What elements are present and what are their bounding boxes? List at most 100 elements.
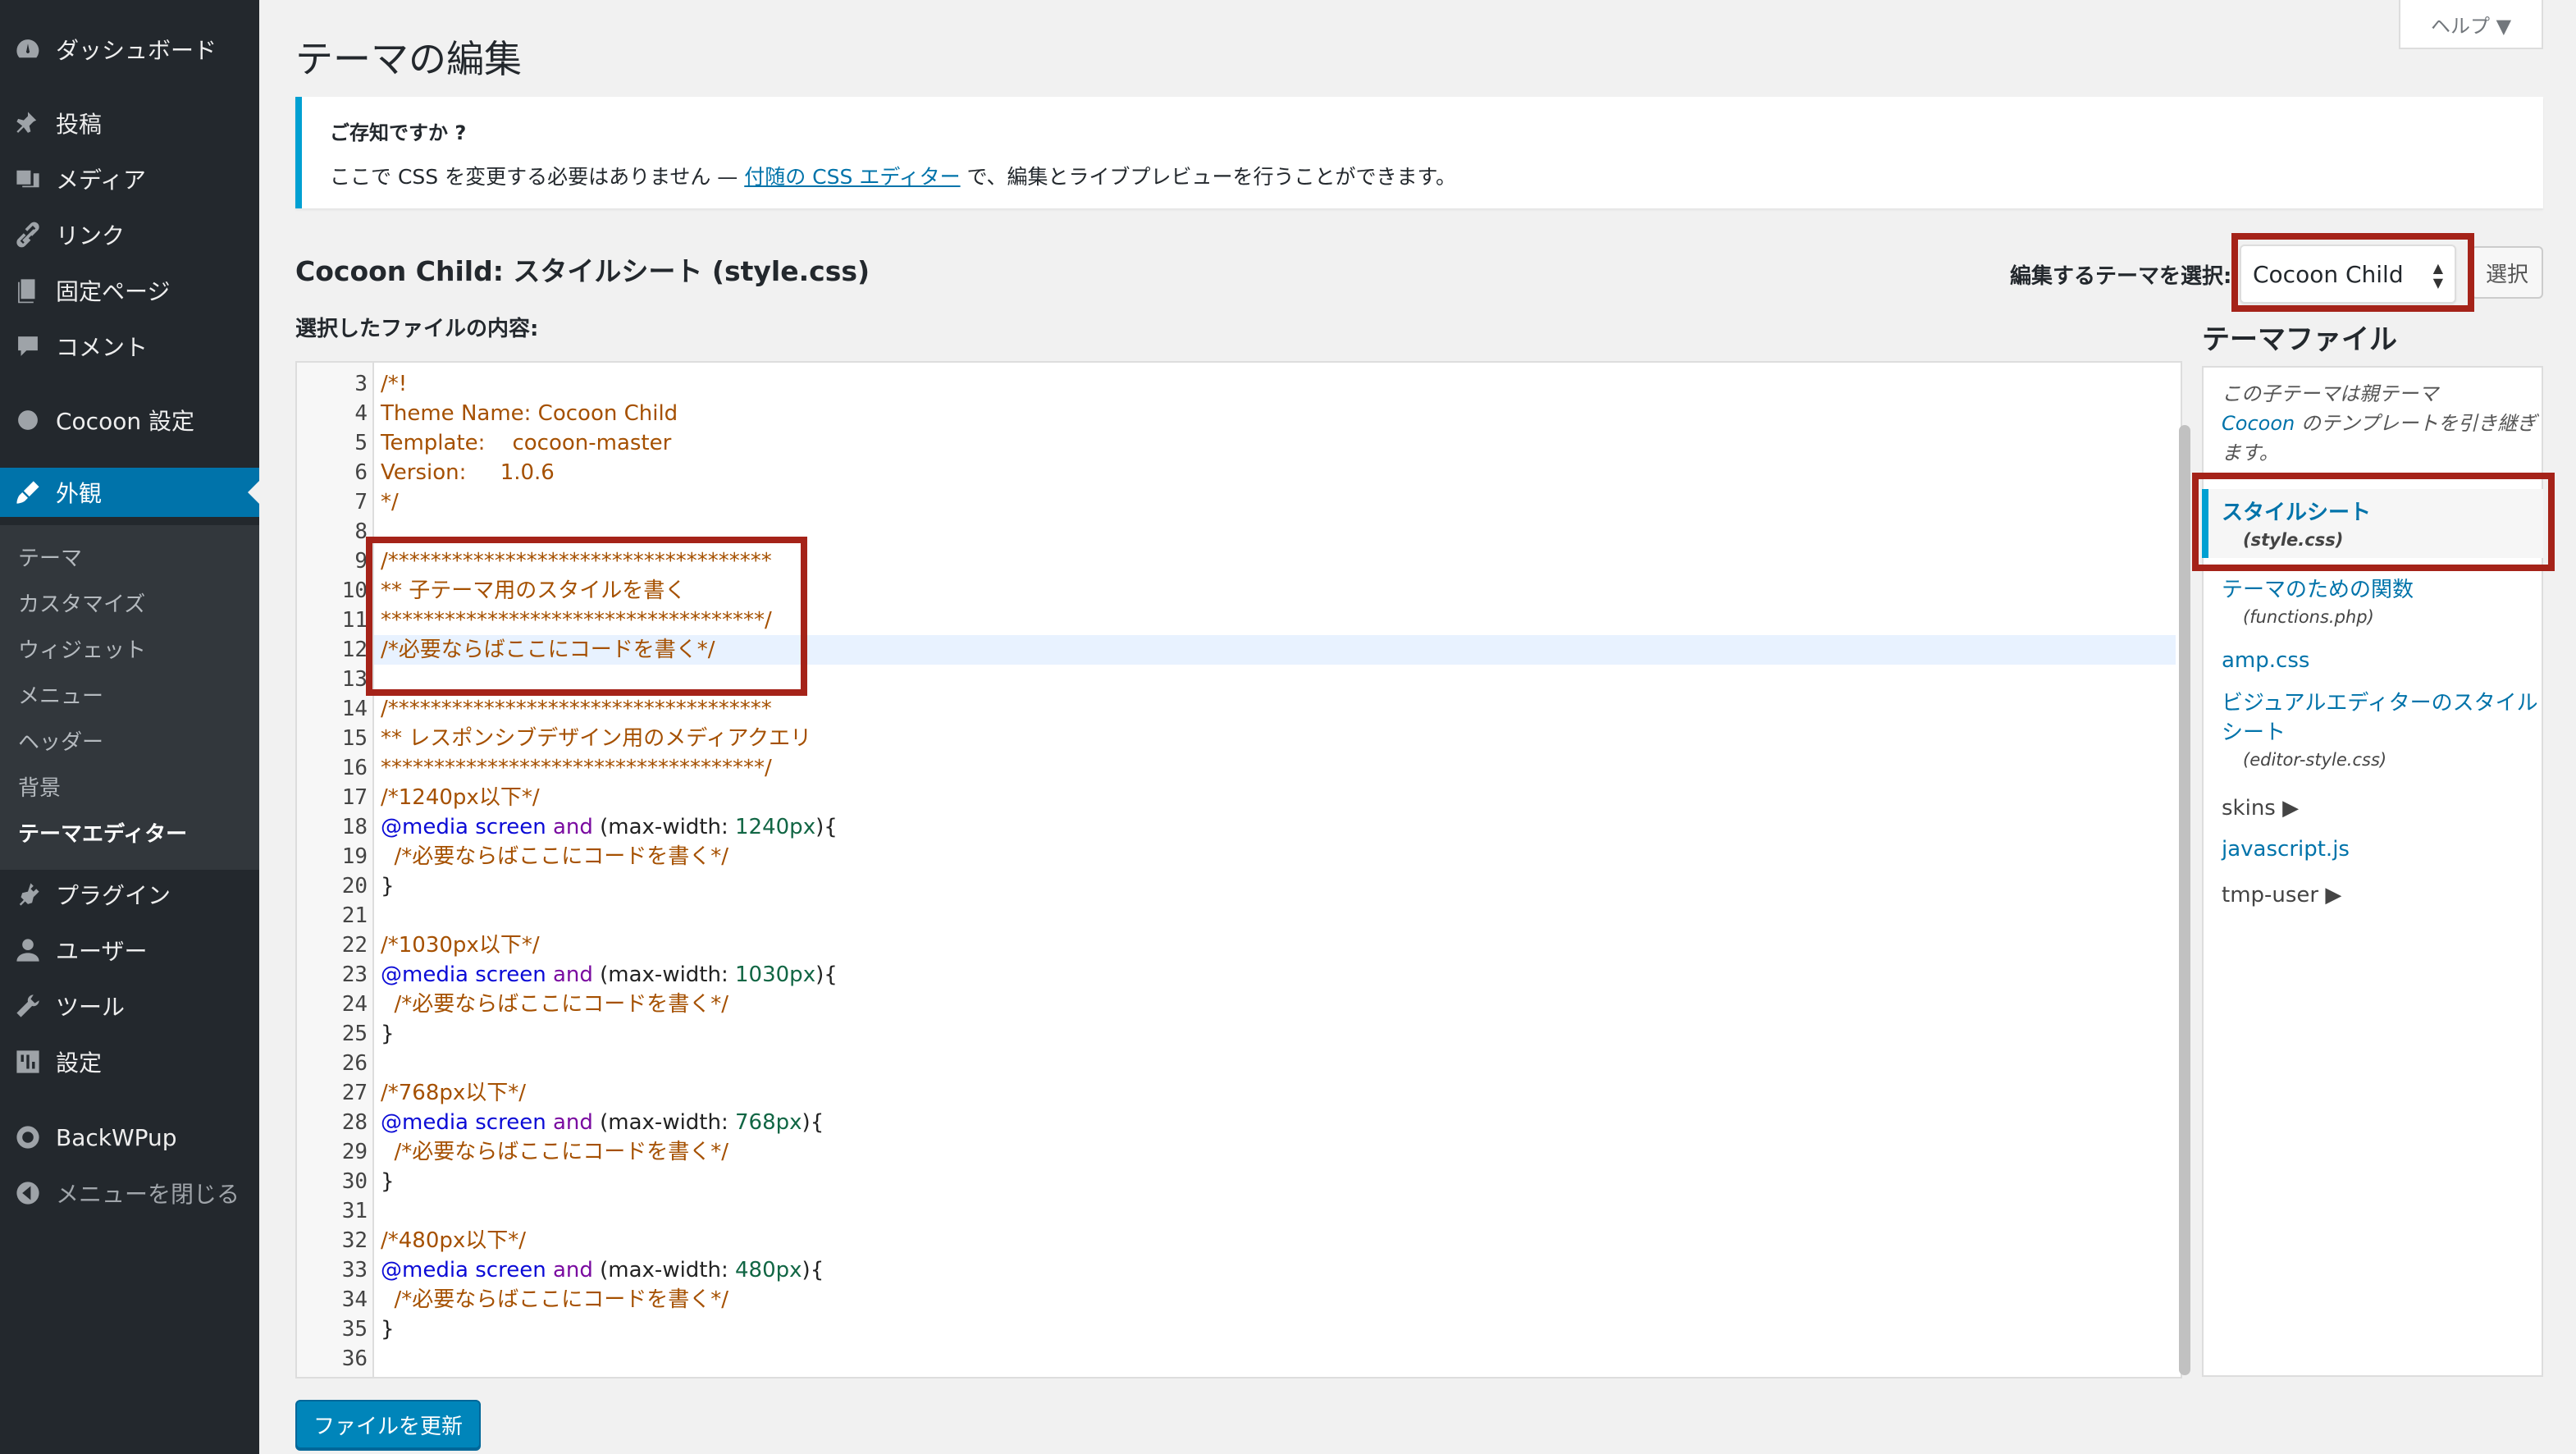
line-number: 24 (341, 992, 368, 1017)
help-tab[interactable]: ヘルプ ▼ (2399, 0, 2543, 49)
code-line: ** レスポンシブデザイン用のメディアクエリ (381, 726, 812, 751)
backwpup-icon (11, 1121, 44, 1154)
admin-sidebar: ダッシュボード 投稿 メディア リンク 固定ページ コメント Cocoon 設定… (0, 0, 259, 1454)
menu-links[interactable]: リンク (0, 210, 259, 259)
line-number: 16 (341, 756, 368, 780)
user-icon (11, 934, 44, 967)
line-number: 4 (354, 401, 368, 426)
notice-title: ご存知ですか ? (330, 121, 467, 144)
menu-label: BackWPup (56, 1123, 177, 1151)
code-line: /************************************ (381, 697, 772, 721)
menu-tools[interactable]: ツール (0, 981, 259, 1031)
line-number: 25 (341, 1022, 368, 1046)
file-link-functions-php[interactable]: テーマのための関数 (2222, 573, 2414, 603)
wrench-icon (11, 990, 44, 1022)
menu-label: ユーザー (56, 938, 148, 965)
collapse-menu-button[interactable]: メニューを閉じる (0, 1168, 259, 1218)
page-title: テーマの編集 (295, 37, 522, 81)
menu-label: 投稿 (56, 111, 103, 138)
menu-label: メディア (56, 167, 147, 194)
code-line: /*480px以下*/ (381, 1228, 527, 1253)
code-line: /*必要ならばここにコードを書く*/ (381, 1287, 729, 1312)
line-number: 10 (341, 578, 368, 603)
menu-media[interactable]: メディア (0, 154, 259, 203)
code-line: /*1240px以下*/ (381, 785, 540, 810)
highlight-box-theme-select (2231, 233, 2474, 312)
menu-backwpup[interactable]: BackWPup (0, 1113, 259, 1162)
line-number: 6 (354, 460, 368, 485)
line-number: 29 (341, 1140, 368, 1164)
file-link-amp-css[interactable]: amp.css (2222, 648, 2309, 673)
link-icon (11, 218, 44, 251)
css-editor-link[interactable]: 付随の CSS エディター (744, 165, 960, 189)
submenu-header[interactable]: ヘッダー (18, 725, 103, 756)
line-number: 32 (341, 1228, 368, 1253)
code-line: @media screen and (max-width: 480px){ (381, 1258, 824, 1283)
settings-icon (11, 1045, 44, 1078)
line-number: 9 (354, 549, 368, 574)
menu-posts[interactable]: 投稿 (0, 98, 259, 148)
code-line: @media screen and (max-width: 1030px){ (381, 962, 838, 987)
notice-text-after: で、編集とライブプレビューを行うことができます。 (960, 165, 1457, 189)
line-number: 34 (341, 1287, 368, 1312)
code-line: @media screen and (max-width: 1240px){ (381, 815, 838, 839)
menu-label: 固定ページ (56, 278, 171, 305)
parent-theme-link[interactable]: Cocoon (2222, 412, 2295, 435)
line-number: 35 (341, 1317, 368, 1342)
theme-files-heading: テーマファイル (2202, 323, 2397, 356)
submenu-themes[interactable]: テーマ (18, 542, 82, 572)
menu-users[interactable]: ユーザー (0, 926, 259, 975)
submenu-theme-editor[interactable]: テーマエディター (18, 817, 187, 848)
code-line: Theme Name: Cocoon Child (381, 401, 678, 426)
pin-icon (11, 107, 44, 139)
file-link-javascript-js[interactable]: javascript.js (2222, 837, 2350, 862)
update-file-button[interactable]: ファイルを更新 (295, 1400, 481, 1449)
menu-cocoon-settings[interactable]: Cocoon 設定 (0, 396, 259, 445)
line-number: 3 (354, 372, 368, 396)
circle-icon (11, 404, 44, 437)
folder-skins[interactable]: skins ▶ (2222, 796, 2299, 821)
line-number: 13 (341, 667, 368, 692)
submenu-customize[interactable]: カスタマイズ (18, 588, 145, 618)
code-editor[interactable]: 3 4 5 6 7 8 9 10 11 12 13 14 15 16 17 18 19 20 21 22 23 24 25 2… (295, 361, 2182, 1379)
menu-comments[interactable]: コメント (0, 322, 259, 371)
menu-dashboard[interactable]: ダッシュボード (0, 25, 259, 74)
menu-pages[interactable]: 固定ページ (0, 266, 259, 315)
page-icon (11, 274, 44, 307)
line-number: 14 (341, 697, 368, 721)
line-number: 15 (341, 726, 368, 751)
menu-settings[interactable]: 設定 (0, 1037, 259, 1086)
code-line: */ (381, 490, 399, 514)
file-link-editor-style-cont[interactable]: シート (2222, 716, 2286, 746)
code-line: } (381, 1022, 395, 1046)
submenu-widgets[interactable]: ウィジェット (18, 633, 146, 664)
line-number: 28 (341, 1110, 368, 1135)
file-link-editor-style[interactable]: ビジュアルエディターのスタイル (2222, 686, 2538, 716)
editor-scrollbar[interactable] (2179, 425, 2190, 1375)
folder-tmp-user[interactable]: tmp-user ▶ (2222, 883, 2341, 908)
highlight-box-child-style-section (366, 537, 807, 696)
comment-icon (11, 330, 44, 363)
appearance-submenu: テーマ カスタマイズ ウィジェット メニュー ヘッダー 背景 テーマエディター (0, 525, 259, 870)
select-theme-button[interactable]: 選択 (2471, 246, 2543, 299)
code-line: /*必要ならばここにコードを書く*/ (381, 844, 729, 869)
dashboard-icon (11, 33, 44, 66)
submenu-menus[interactable]: メニュー (18, 679, 103, 710)
line-number: 31 (341, 1199, 368, 1223)
line-number: 8 (354, 519, 368, 544)
content-label: 選択したファイルの内容: (295, 317, 539, 341)
code-line: } (381, 874, 395, 898)
submenu-background[interactable]: 背景 (18, 771, 61, 802)
line-number: 20 (341, 874, 368, 898)
line-number: 18 (341, 815, 368, 839)
menu-appearance[interactable]: 外観 (0, 468, 259, 517)
menu-plugins[interactable]: プラグイン (0, 870, 259, 919)
media-icon (11, 162, 44, 195)
notice-text-before: ここで CSS を変更する必要はありません — (330, 165, 745, 189)
menu-label: ダッシュボード (56, 37, 217, 64)
info-notice: ご存知ですか ? ここで CSS を変更する必要はありません — 付随の CSS… (295, 97, 2543, 208)
code-line: } (381, 1317, 395, 1342)
collapse-icon (11, 1177, 44, 1209)
code-line: } (381, 1169, 395, 1194)
code-line: /*1030px以下*/ (381, 933, 540, 958)
